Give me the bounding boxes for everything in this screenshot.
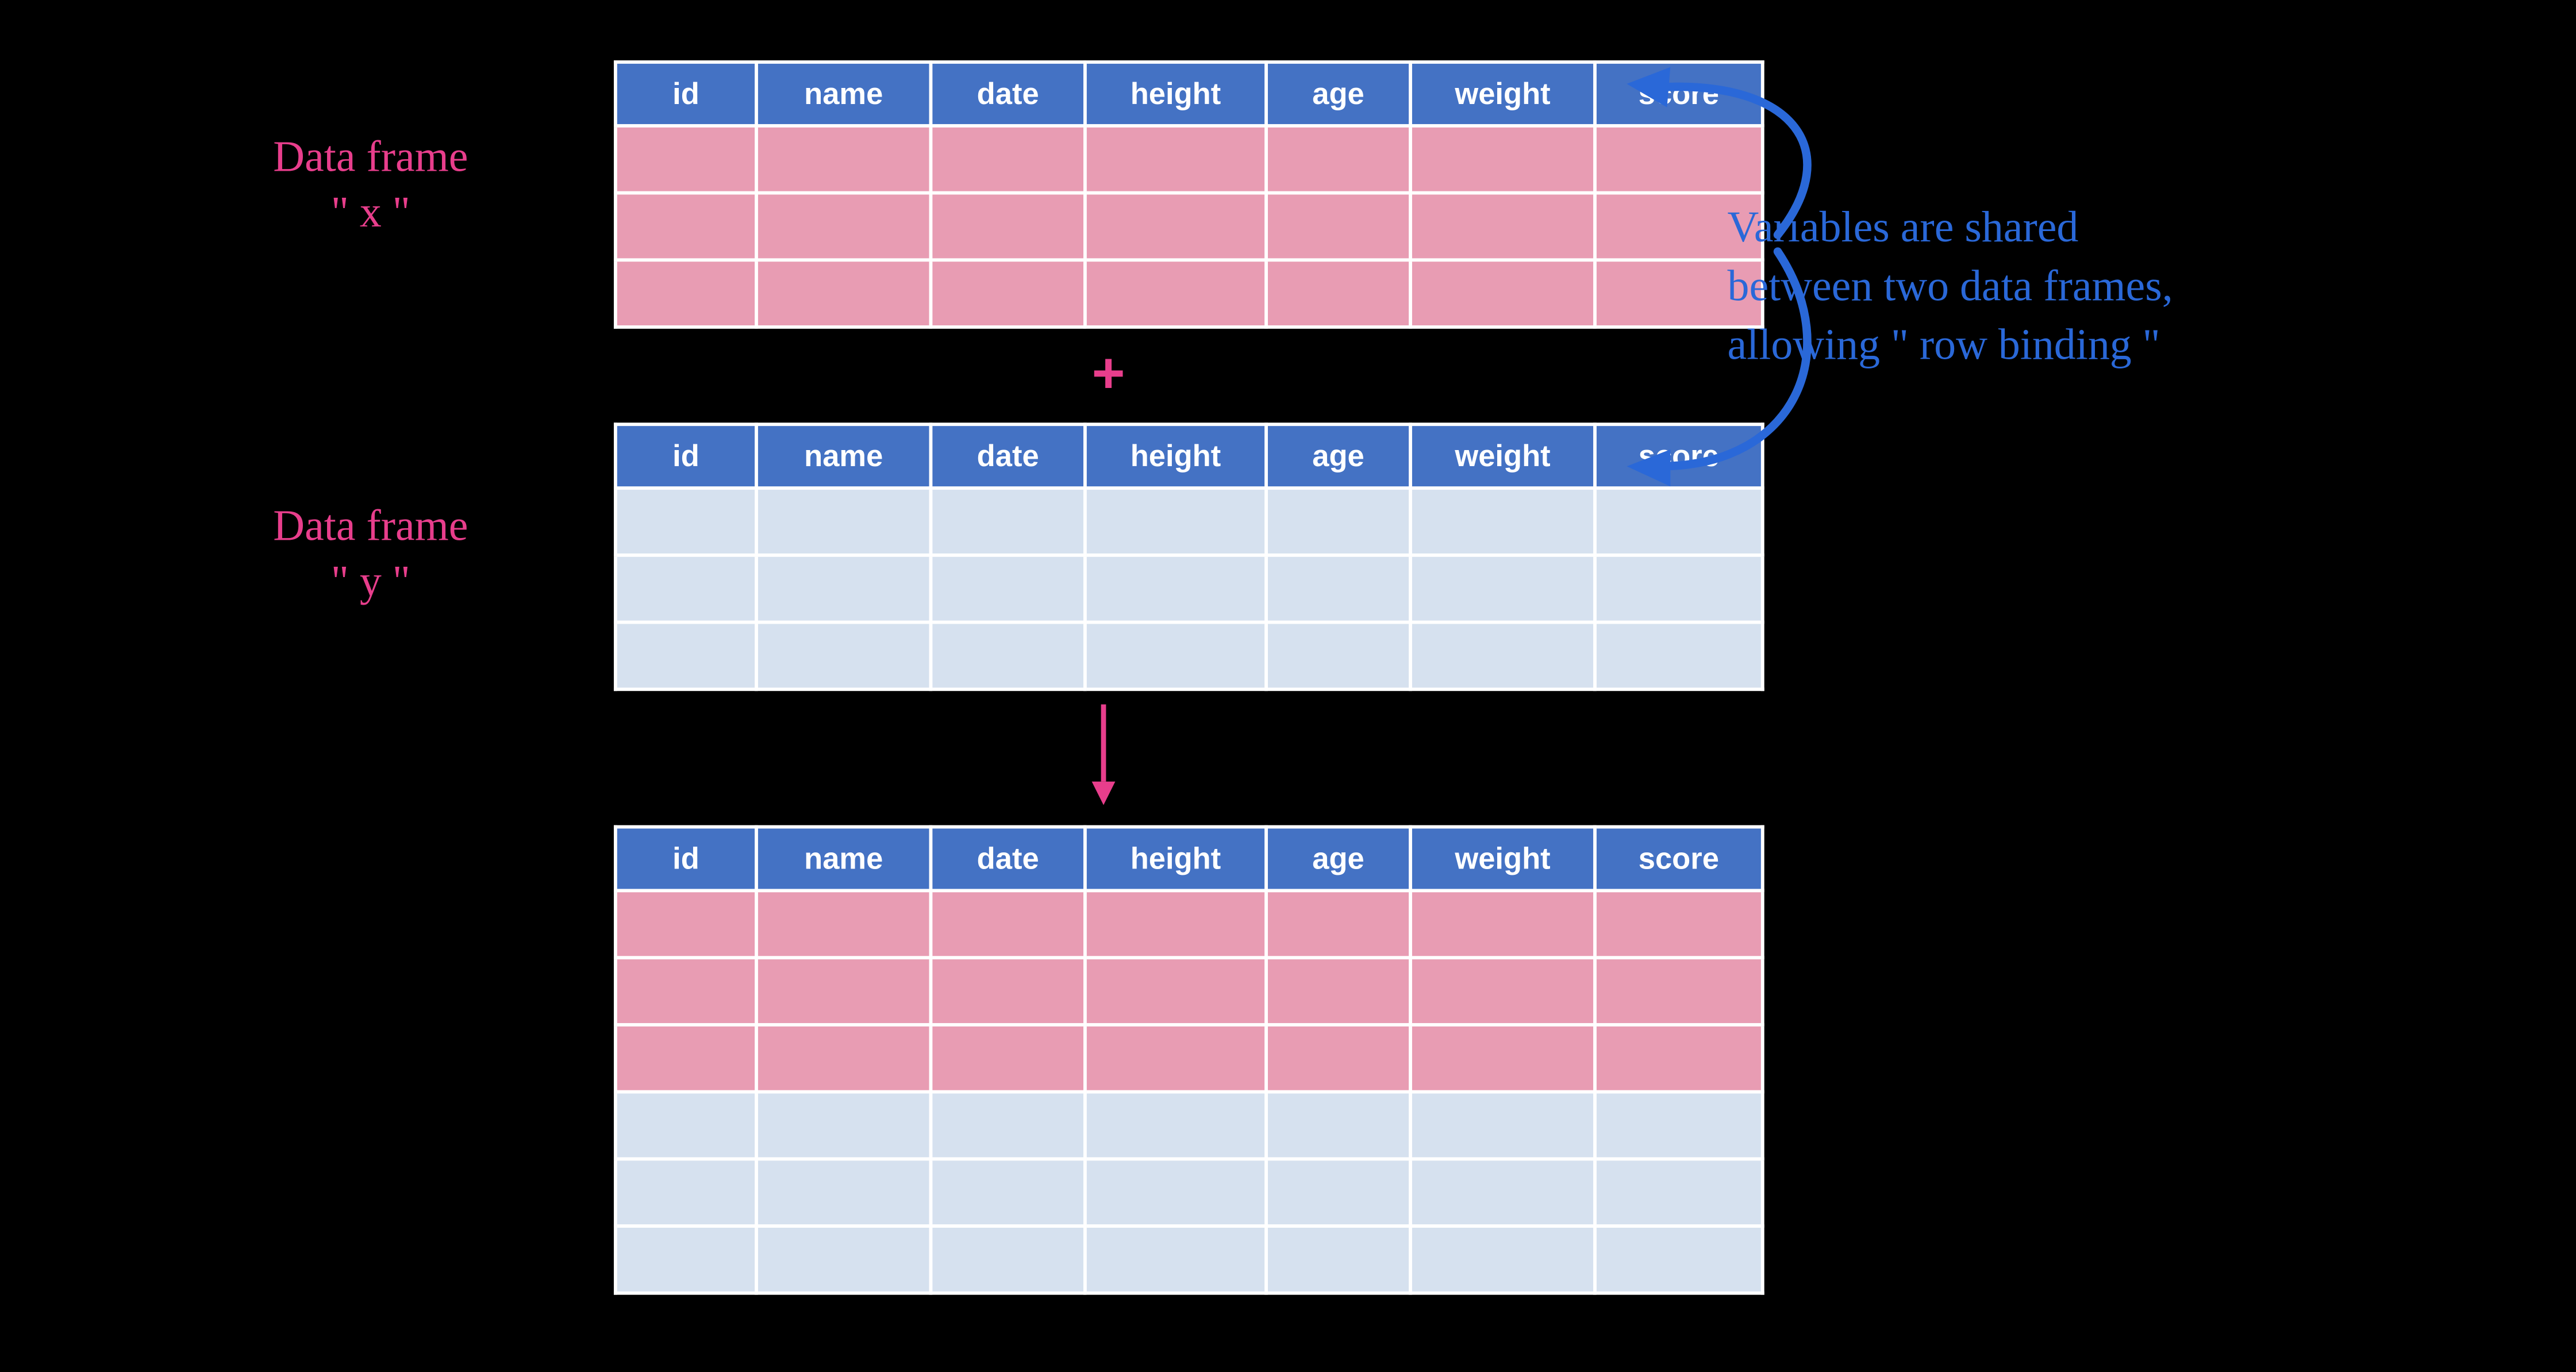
table-row: [616, 126, 1763, 193]
column-header-weight: weight: [1410, 424, 1595, 488]
column-header-height: height: [1085, 424, 1266, 488]
column-header-date: date: [931, 62, 1085, 126]
annotation-line1: Variables are shared: [1728, 198, 2449, 256]
label-x-line2: " x ": [212, 185, 530, 240]
table-row: [616, 1226, 1763, 1293]
label-y-line2: " y ": [212, 554, 530, 609]
column-header-age: age: [1266, 62, 1410, 126]
table-row: [616, 488, 1763, 555]
table-y: idnamedateheightageweightscore: [614, 422, 1764, 691]
column-header-date: date: [931, 424, 1085, 488]
label-dataframe-y: Data frame " y ": [212, 500, 530, 609]
column-header-name: name: [756, 424, 931, 488]
column-header-age: age: [1266, 827, 1410, 891]
annotation-line3: allowing " row binding ": [1728, 316, 2449, 374]
table-result: idnamedateheightageweightscore: [614, 825, 1764, 1295]
table-row: [616, 890, 1763, 958]
column-header-score: score: [1595, 827, 1763, 891]
column-header-weight: weight: [1410, 62, 1595, 126]
column-header-id: id: [616, 424, 756, 488]
plus-symbol: +: [1092, 342, 1125, 408]
table-row: [616, 1092, 1763, 1159]
table-row: [616, 260, 1763, 327]
arrow-down-icon: [1087, 701, 1120, 809]
annotation-text: Variables are shared between two data fr…: [1728, 198, 2449, 374]
label-y-line1: Data frame: [212, 500, 530, 555]
table-row: [616, 1025, 1763, 1092]
table-row: [616, 958, 1763, 1025]
column-header-age: age: [1266, 424, 1410, 488]
column-header-id: id: [616, 62, 756, 126]
column-header-height: height: [1085, 827, 1266, 891]
column-header-weight: weight: [1410, 827, 1595, 891]
label-x-line1: Data frame: [212, 131, 530, 186]
column-header-id: id: [616, 827, 756, 891]
label-dataframe-x: Data frame " x ": [212, 131, 530, 240]
table-x: idnamedateheightageweightscore: [614, 60, 1764, 329]
table-row: [616, 1159, 1763, 1226]
table-row: [616, 193, 1763, 260]
column-header-name: name: [756, 827, 931, 891]
annotation-line2: between two data frames,: [1728, 257, 2449, 316]
table-row: [616, 622, 1763, 690]
column-header-height: height: [1085, 62, 1266, 126]
column-header-date: date: [931, 827, 1085, 891]
table-row: [616, 555, 1763, 622]
column-header-name: name: [756, 62, 931, 126]
